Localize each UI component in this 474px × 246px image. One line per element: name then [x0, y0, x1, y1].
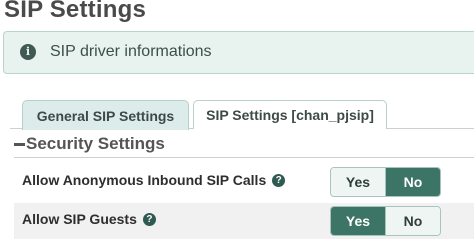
setting-label: Allow SIP Guests [22, 211, 137, 227]
section-heading-security[interactable]: Security Settings [14, 134, 165, 154]
tab-sip-settings-chan-pjsip[interactable]: SIP Settings [chan_pjsip] [193, 100, 387, 129]
help-question-icon[interactable]: ? [142, 212, 156, 226]
section-divider [14, 157, 474, 158]
collapse-minus-icon[interactable] [14, 142, 25, 146]
section-heading-label: Security Settings [26, 134, 165, 153]
sip-guests-toggle[interactable]: Yes No [330, 206, 441, 236]
help-question-icon[interactable]: ? [272, 173, 286, 187]
setting-row-sip-guests: Allow SIP Guests ? Yes No [14, 203, 474, 239]
no-option[interactable]: No [386, 207, 440, 235]
setting-row-anonymous-inbound: Allow Anonymous Inbound SIP Calls ? Yes … [14, 164, 474, 200]
tab-general-sip-settings[interactable]: General SIP Settings [22, 100, 189, 130]
setting-label: Allow Anonymous Inbound SIP Calls [22, 172, 267, 188]
info-circle-icon: i [20, 44, 36, 60]
info-panel-text[interactable]: SIP driver informations [50, 43, 212, 61]
no-option[interactable]: No [386, 168, 440, 196]
yes-option[interactable]: Yes [331, 207, 385, 235]
yes-option[interactable]: Yes [331, 168, 385, 196]
anonymous-inbound-toggle[interactable]: Yes No [330, 167, 441, 197]
page-title: SIP Settings [4, 0, 146, 23]
info-panel[interactable]: i SIP driver informations [3, 31, 474, 74]
